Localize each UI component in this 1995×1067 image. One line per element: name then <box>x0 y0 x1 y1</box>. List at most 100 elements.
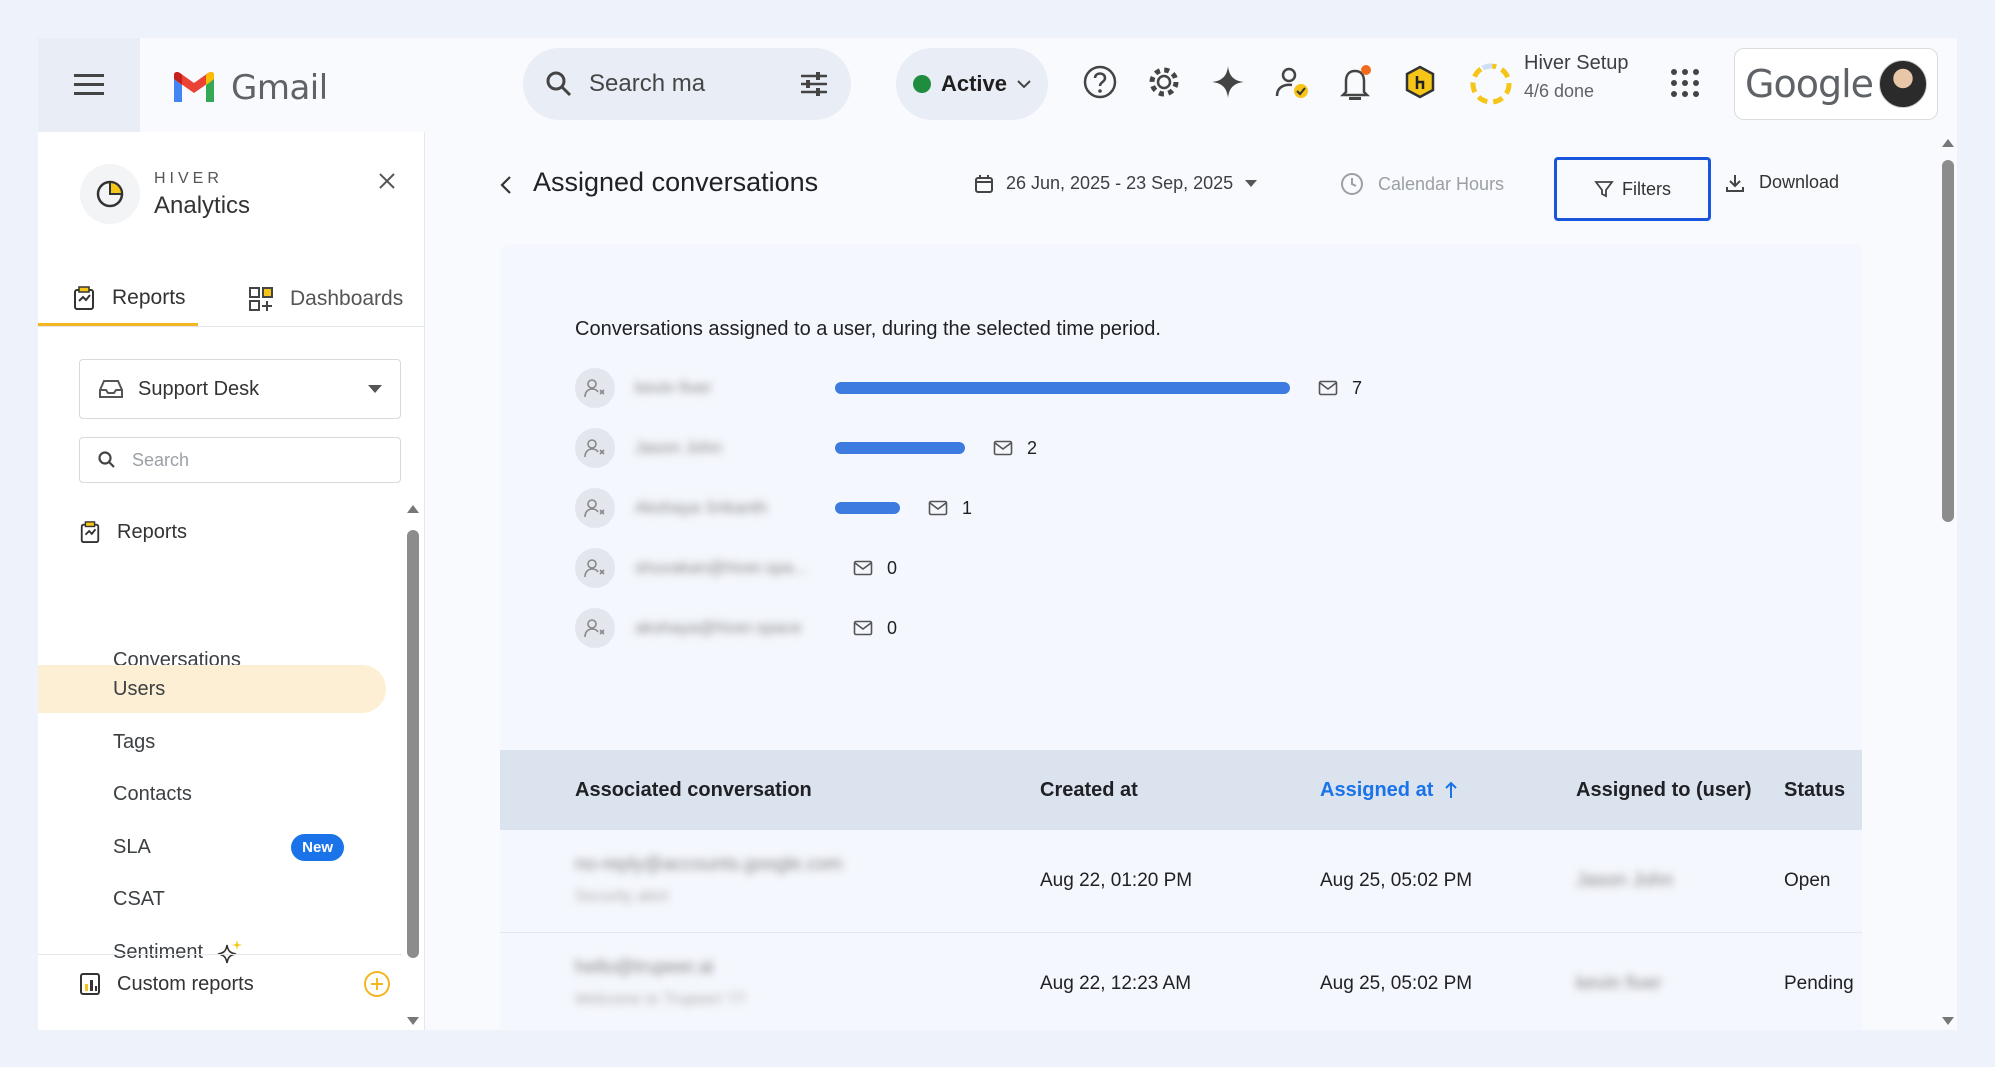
dashboard-grid-icon <box>249 287 273 311</box>
conversation-subject: Welcome to Trupeer! ?? <box>575 991 746 1008</box>
tab-divider <box>38 326 424 327</box>
gmail-wordmark: Gmail <box>231 68 328 108</box>
date-range-value: 26 Jun, 2025 - 23 Sep, 2025 <box>1006 173 1234 193</box>
back-chevron-icon[interactable] <box>500 175 512 195</box>
app-window: Gmail Search ma Active Hiver Setup 4/6 d… <box>38 38 1957 1030</box>
user-bar-track <box>835 502 928 514</box>
table-row[interactable]: hello@trupeer.ai Welcome to Trupeer! ?? … <box>500 933 1862 1030</box>
user-conversation-count: 7 <box>1318 378 1362 399</box>
table-header: Associated conversation Created at Assig… <box>500 750 1862 830</box>
user-count-value: 0 <box>887 617 898 638</box>
scroll-down-arrow-icon[interactable] <box>1941 1016 1955 1026</box>
notification-bell-icon[interactable] <box>1338 64 1374 102</box>
user-bar-row[interactable]: akshaya@hiver.space 0 <box>575 606 1475 650</box>
column-header-conversation[interactable]: Associated conversation <box>575 779 812 802</box>
search-input[interactable]: Search ma <box>589 70 799 98</box>
caret-down-icon <box>368 385 382 393</box>
report-doc-icon <box>74 285 94 310</box>
avatar <box>1879 60 1927 108</box>
calendar-hours-toggle[interactable]: Calendar Hours <box>1340 172 1504 196</box>
column-header-status[interactable]: Status <box>1784 779 1845 802</box>
conversation-cell[interactable]: hello@trupeer.ai Welcome to Trupeer! ?? <box>575 957 745 1009</box>
column-header-assigned-to[interactable]: Assigned to (user) <box>1576 779 1752 802</box>
tab-dashboards[interactable]: Dashboards <box>248 272 403 326</box>
settings-gear-icon[interactable] <box>1146 64 1182 100</box>
user-bar-row[interactable]: kevin fiver 7 <box>575 366 1475 410</box>
sidebar-item-tags[interactable]: Tags <box>38 718 386 766</box>
user-bar-row[interactable]: Jason John 2 <box>575 426 1475 470</box>
download-icon <box>1726 174 1744 192</box>
user-count-bar <box>835 382 1290 394</box>
hamburger-icon <box>74 74 104 95</box>
sidebar-scrollbar-thumb[interactable] <box>407 530 419 958</box>
add-icon[interactable] <box>363 970 391 998</box>
sidebar-item-label: Users <box>113 677 166 700</box>
table-row[interactable]: no-reply@accounts.google.com Security al… <box>500 830 1862 933</box>
inbox-select[interactable]: Support Desk <box>79 359 401 419</box>
sparkle-icon <box>217 940 243 964</box>
gemini-sparkle-icon[interactable] <box>1210 64 1246 100</box>
user-conversation-count: 2 <box>993 438 1037 459</box>
scroll-down-arrow-icon[interactable] <box>406 1016 420 1026</box>
custom-reports-item[interactable]: Custom reports <box>79 970 391 998</box>
filters-label: Filters <box>1622 178 1671 199</box>
conversation-cell[interactable]: no-reply@accounts.google.com Security al… <box>575 854 842 906</box>
filters-button[interactable]: Filters <box>1554 157 1711 221</box>
mail-search-box[interactable]: Search ma <box>523 48 851 120</box>
conversation-from: hello@trupeer.ai <box>575 957 714 978</box>
tab-reports[interactable]: Reports <box>38 272 198 326</box>
sidebar-item-users[interactable]: Users <box>38 665 386 713</box>
unassigned-user-icon <box>575 428 615 468</box>
tab-dashboards-label: Dashboards <box>290 287 404 310</box>
sidebar-item-label: Sentiment <box>113 940 204 963</box>
hiver-setup-status[interactable]: Hiver Setup 4/6 done <box>1524 52 1629 102</box>
search-options-icon[interactable] <box>799 71 829 97</box>
user-name: kevin fiver <box>635 378 712 397</box>
scroll-up-arrow-icon[interactable] <box>406 504 420 514</box>
user-conversation-count: 0 <box>853 618 897 639</box>
sidebar-item-sentiment[interactable]: Sentiment <box>38 928 386 976</box>
main-menu-button[interactable] <box>38 38 140 132</box>
sidebar-item-sla[interactable]: SLA New <box>38 823 386 871</box>
report-search-input[interactable]: Search <box>79 437 401 483</box>
help-icon[interactable] <box>1082 64 1118 100</box>
hiver-shield-icon[interactable] <box>1402 64 1438 100</box>
close-icon[interactable] <box>378 172 396 190</box>
sidebar-item-label: Contacts <box>113 782 192 805</box>
user-count-value: 2 <box>1027 437 1038 458</box>
sidebar-item-label: Tags <box>113 730 156 753</box>
apps-grid-icon[interactable] <box>1670 68 1700 98</box>
setup-progress-ring-icon[interactable] <box>1469 62 1513 106</box>
user-assign-icon[interactable] <box>1274 64 1310 100</box>
user-count-value: 0 <box>887 557 898 578</box>
status-selector[interactable]: Active <box>896 48 1048 120</box>
google-account-button[interactable]: Google <box>1734 48 1938 120</box>
sidebar-item-contacts[interactable]: Contacts <box>38 770 386 818</box>
download-button[interactable]: Download <box>1725 172 1839 193</box>
column-header-assigned-at-label: Assigned at <box>1320 778 1434 801</box>
calendar-icon <box>975 174 993 193</box>
sidebar-item-label: CSAT <box>113 887 165 910</box>
main-scrollbar-thumb[interactable] <box>1942 160 1954 522</box>
search-icon <box>546 71 572 97</box>
sidebar-item-csat[interactable]: CSAT <box>38 875 386 923</box>
reports-section-label: Reports <box>117 520 188 543</box>
sidebar-divider <box>38 954 402 955</box>
clock-icon <box>1341 173 1363 195</box>
column-header-created-at[interactable]: Created at <box>1040 779 1138 802</box>
hiver-brand: HIVER <box>154 170 223 187</box>
report-description: Conversations assigned to a user, during… <box>575 318 1161 340</box>
chevron-down-icon <box>1017 80 1031 89</box>
assigned-user-cell: Jason John <box>1576 870 1674 891</box>
date-range-picker[interactable]: 26 Jun, 2025 - 23 Sep, 2025 <box>974 173 1258 194</box>
status-cell: Open <box>1784 870 1831 891</box>
user-bar-row[interactable]: Akshaya Srikanth 1 <box>575 486 1475 530</box>
scroll-up-arrow-icon[interactable] <box>1941 138 1955 148</box>
user-bar-row[interactable]: shuvakan@hiver.spa... 0 <box>575 546 1475 590</box>
column-header-assigned-at[interactable]: Assigned at <box>1320 778 1458 802</box>
gmail-logo[interactable]: Gmail <box>171 68 328 108</box>
user-conversation-count: 0 <box>853 558 897 579</box>
google-wordmark: Google <box>1745 62 1874 106</box>
reports-section-header[interactable]: Reports <box>79 520 187 544</box>
calendar-hours-label: Calendar Hours <box>1378 173 1505 194</box>
